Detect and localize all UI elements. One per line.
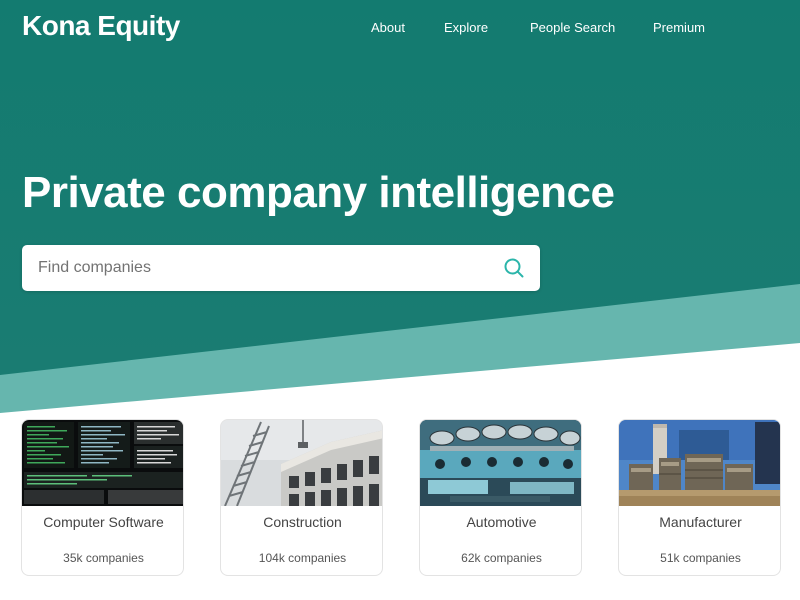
- nav-links: About Explore People Search Premium: [0, 20, 800, 40]
- industry-count: 51k companies: [660, 551, 741, 565]
- construction-image: [221, 420, 382, 506]
- search-button[interactable]: [502, 256, 526, 280]
- industry-count: 35k companies: [63, 551, 144, 565]
- automotive-image: [420, 420, 581, 506]
- nav-item-people-search[interactable]: People Search: [530, 20, 615, 35]
- search-icon: [504, 258, 524, 278]
- industry-name: Construction: [263, 514, 342, 530]
- industry-card-manufacturer[interactable]: Manufacturer 51k companies: [618, 419, 781, 576]
- nav-item-premium[interactable]: Premium: [653, 20, 705, 35]
- nav-item-explore[interactable]: Explore: [444, 20, 488, 35]
- page: Kona Equity About Explore People Search …: [0, 0, 800, 600]
- industry-cards: Computer Software 35k companies Construc…: [0, 419, 800, 579]
- search-box: [22, 245, 540, 291]
- navbar: Kona Equity About Explore People Search …: [0, 0, 800, 56]
- manufacturer-image: [619, 420, 780, 506]
- industry-name: Computer Software: [43, 514, 164, 530]
- computer-software-image: [22, 420, 183, 506]
- industry-count: 104k companies: [258, 551, 347, 565]
- search-input[interactable]: [22, 245, 492, 291]
- industry-card-automotive[interactable]: Automotive 62k companies: [419, 419, 582, 576]
- hero-title: Private company intelligence: [22, 168, 615, 217]
- industry-count: 62k companies: [461, 551, 542, 565]
- industry-card-construction[interactable]: Construction 104k companies: [220, 419, 383, 576]
- industry-card-computer-software[interactable]: Computer Software 35k companies: [21, 419, 184, 576]
- industry-name: Manufacturer: [659, 514, 742, 530]
- nav-item-about[interactable]: About: [371, 20, 405, 35]
- industry-name: Automotive: [466, 514, 537, 530]
